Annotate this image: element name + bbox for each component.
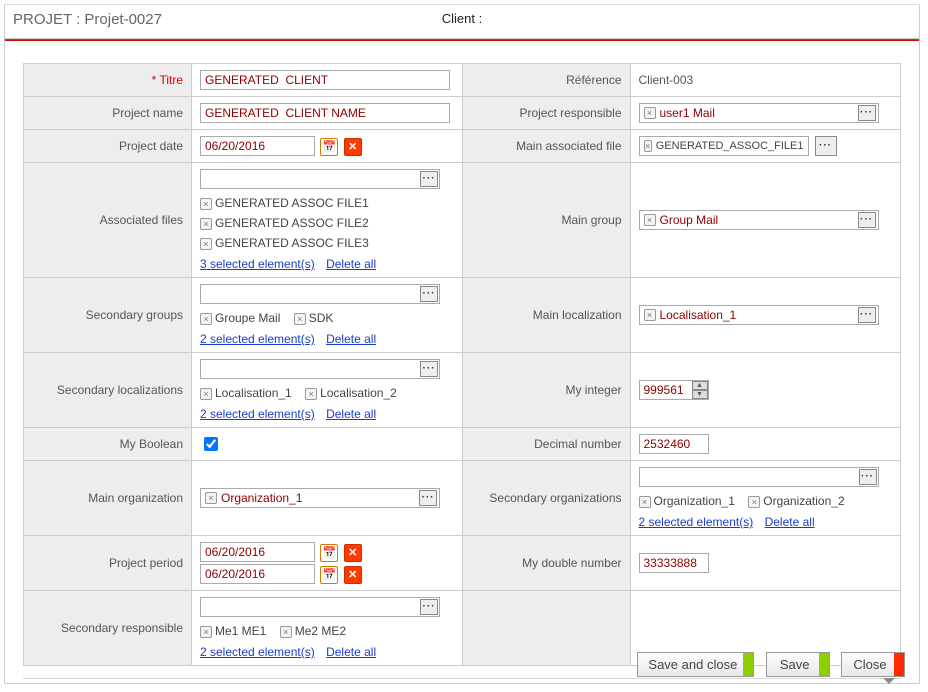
label-main-localization: Main localization — [533, 308, 622, 322]
associated-files-input[interactable] — [200, 169, 440, 189]
associated-files-delete-all-link[interactable]: Delete all — [326, 257, 376, 271]
remove-icon[interactable]: × — [748, 496, 760, 508]
label-secondary-groups: Secondary groups — [86, 308, 183, 322]
ellipsis-icon[interactable]: ··· — [419, 490, 437, 506]
label-secondary-responsible: Secondary responsible — [61, 621, 183, 635]
label-main-associated-file: Main associated file — [516, 139, 621, 153]
main-localization-picker[interactable]: × Localisation_1 ··· — [639, 305, 879, 325]
window-header: PROJET : Projet-0027 Client : — [5, 5, 919, 39]
project-form-window: PROJET : Projet-0027 Client : * Titre Ré… — [4, 4, 920, 684]
label-titre: Titre — [159, 73, 183, 87]
label-secondary-organizations: Secondary organizations — [489, 491, 621, 505]
secondary-organizations-selected-link[interactable]: 2 selected element(s) — [639, 515, 754, 529]
scroll-indicator[interactable] — [23, 678, 901, 688]
ellipsis-icon[interactable]: ··· — [858, 212, 876, 228]
project-name-input[interactable] — [200, 103, 450, 123]
remove-icon[interactable]: × — [280, 626, 292, 638]
secondary-groups-selected-link[interactable]: 2 selected element(s) — [200, 332, 315, 346]
remove-icon[interactable]: × — [644, 214, 656, 226]
main-group-picker[interactable]: × Group Mail ··· — [639, 210, 879, 230]
remove-icon[interactable]: × — [200, 238, 212, 250]
remove-icon[interactable]: × — [639, 496, 651, 508]
project-responsible-picker[interactable]: × user1 Mail ··· — [639, 103, 879, 123]
secondary-responsible-delete-all-link[interactable]: Delete all — [326, 645, 376, 659]
period-start-input[interactable] — [200, 542, 315, 562]
project-date-input[interactable] — [200, 136, 315, 156]
ellipsis-icon[interactable]: ··· — [420, 171, 438, 187]
remove-icon[interactable]: × — [200, 218, 212, 230]
clear-date-icon[interactable]: ✕ — [344, 544, 362, 562]
close-button[interactable]: Close — [841, 652, 905, 677]
my-integer-stepper[interactable]: ▲▼ — [639, 380, 709, 400]
secondary-localizations-input[interactable] — [200, 359, 440, 379]
associated-files-selected-link[interactable]: 3 selected element(s) — [200, 257, 315, 271]
save-button[interactable]: Save — [766, 652, 830, 677]
step-up-icon[interactable]: ▲ — [692, 381, 708, 390]
remove-icon[interactable]: × — [644, 140, 652, 152]
remove-icon[interactable]: × — [200, 313, 212, 325]
ellipsis-icon[interactable]: ··· — [858, 105, 876, 121]
remove-icon[interactable]: × — [200, 198, 212, 210]
ellipsis-icon[interactable]: ··· — [858, 307, 876, 323]
calendar-icon[interactable]: 📅 — [320, 544, 338, 562]
label-my-double-number: My double number — [522, 556, 621, 570]
secondary-organizations-input[interactable] — [639, 467, 879, 487]
label-my-integer: My integer — [565, 383, 621, 397]
remove-icon[interactable]: × — [200, 626, 212, 638]
ellipsis-icon[interactable]: ··· — [815, 136, 837, 156]
my-boolean-checkbox[interactable] — [204, 437, 218, 451]
clear-date-icon[interactable]: ✕ — [344, 138, 362, 156]
save-and-close-button[interactable]: Save and close — [637, 652, 754, 677]
step-down-icon[interactable]: ▼ — [692, 390, 708, 399]
secondary-responsible-selected-link[interactable]: 2 selected element(s) — [200, 645, 315, 659]
label-main-organization: Main organization — [88, 491, 183, 505]
remove-icon[interactable]: × — [644, 309, 656, 321]
remove-icon[interactable]: × — [205, 492, 217, 504]
my-double-number-input[interactable] — [639, 553, 709, 573]
remove-icon[interactable]: × — [294, 313, 306, 325]
clear-date-icon[interactable]: ✕ — [344, 566, 362, 584]
form-table: * Titre Référence Client-003 Project nam… — [23, 63, 901, 666]
decimal-number-input[interactable] — [639, 434, 709, 454]
label-main-group: Main group — [561, 213, 621, 227]
label-project-date: Project date — [119, 139, 183, 153]
chevron-down-icon[interactable] — [883, 678, 895, 684]
label-project-period: Project period — [109, 556, 183, 570]
secondary-localizations-delete-all-link[interactable]: Delete all — [326, 407, 376, 421]
associated-files-list: ×GENERATED ASSOC FILE1 ×GENERATED ASSOC … — [200, 193, 454, 253]
footer-buttons: Save and close Save Close — [629, 652, 905, 677]
calendar-icon[interactable]: 📅 — [320, 566, 338, 584]
calendar-icon[interactable]: 📅 — [320, 138, 338, 156]
secondary-groups-delete-all-link[interactable]: Delete all — [326, 332, 376, 346]
label-decimal-number: Decimal number — [534, 437, 621, 451]
secondary-organizations-delete-all-link[interactable]: Delete all — [765, 515, 815, 529]
label-my-boolean: My Boolean — [120, 437, 183, 451]
project-title: PROJET : Projet-0027 — [13, 11, 162, 28]
remove-icon[interactable]: × — [305, 388, 317, 400]
titre-input[interactable] — [200, 70, 450, 90]
label-reference: Référence — [566, 73, 621, 87]
label-project-responsible: Project responsible — [519, 106, 621, 120]
label-secondary-localizations: Secondary localizations — [57, 383, 183, 397]
ellipsis-icon[interactable]: ··· — [420, 286, 438, 302]
ellipsis-icon[interactable]: ··· — [420, 599, 438, 615]
ellipsis-icon[interactable]: ··· — [859, 469, 877, 485]
main-assoc-file-chip[interactable]: × GENERATED_ASSOC_FILE1 — [639, 136, 809, 156]
remove-icon[interactable]: × — [644, 107, 656, 119]
main-organization-picker[interactable]: × Organization_1 ··· — [200, 488, 440, 508]
client-label: Client : — [442, 11, 482, 26]
secondary-groups-input[interactable] — [200, 284, 440, 304]
form-content: * Titre Référence Client-003 Project nam… — [5, 43, 919, 670]
secondary-localizations-selected-link[interactable]: 2 selected element(s) — [200, 407, 315, 421]
label-associated-files: Associated files — [100, 213, 183, 227]
reference-value: Client-003 — [639, 73, 694, 87]
secondary-responsible-input[interactable] — [200, 597, 440, 617]
ellipsis-icon[interactable]: ··· — [420, 361, 438, 377]
period-end-input[interactable] — [200, 564, 315, 584]
remove-icon[interactable]: × — [200, 388, 212, 400]
label-project-name: Project name — [112, 106, 183, 120]
header-divider — [5, 39, 919, 41]
